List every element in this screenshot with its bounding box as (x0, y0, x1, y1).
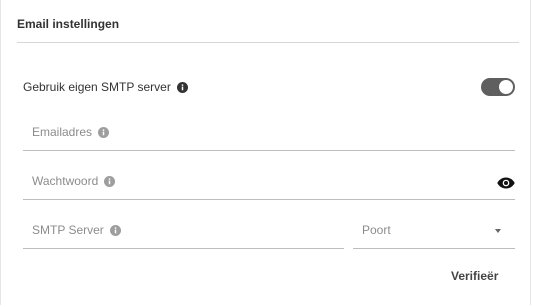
port-select[interactable]: Poort (353, 213, 515, 249)
email-label-text: Emailadres (32, 125, 93, 139)
email-settings-card: Email instellingen Gebruik eigen SMTP se… (0, 0, 531, 305)
password-field-label: Wachtwoord (32, 174, 116, 188)
info-icon[interactable] (109, 224, 121, 236)
smtp-toggle-label-text: Gebruik eigen SMTP server (23, 80, 171, 94)
password-label-text: Wachtwoord (32, 174, 99, 188)
smtp-server-label-text: SMTP Server (32, 223, 104, 237)
title-divider (17, 42, 519, 43)
card-title: Email instellingen (17, 17, 120, 31)
info-icon[interactable] (98, 126, 110, 138)
port-select-label: Poort (362, 223, 391, 237)
smtp-toggle-label: Gebruik eigen SMTP server (23, 80, 188, 94)
password-field[interactable]: Wachtwoord (23, 164, 519, 201)
email-field-label: Emailadres (32, 125, 110, 139)
smtp-server-field-label: SMTP Server (32, 223, 121, 237)
info-icon[interactable] (104, 175, 116, 187)
info-icon[interactable] (176, 81, 188, 93)
email-field[interactable]: Emailadres (23, 115, 519, 152)
verify-button[interactable]: Verifieër (447, 267, 502, 285)
eye-icon[interactable] (497, 176, 515, 190)
smtp-toggle-switch[interactable] (481, 78, 515, 96)
smtp-server-field[interactable]: SMTP Server (23, 213, 348, 250)
toggle-knob (499, 80, 513, 94)
caret-down-icon[interactable] (495, 229, 501, 233)
